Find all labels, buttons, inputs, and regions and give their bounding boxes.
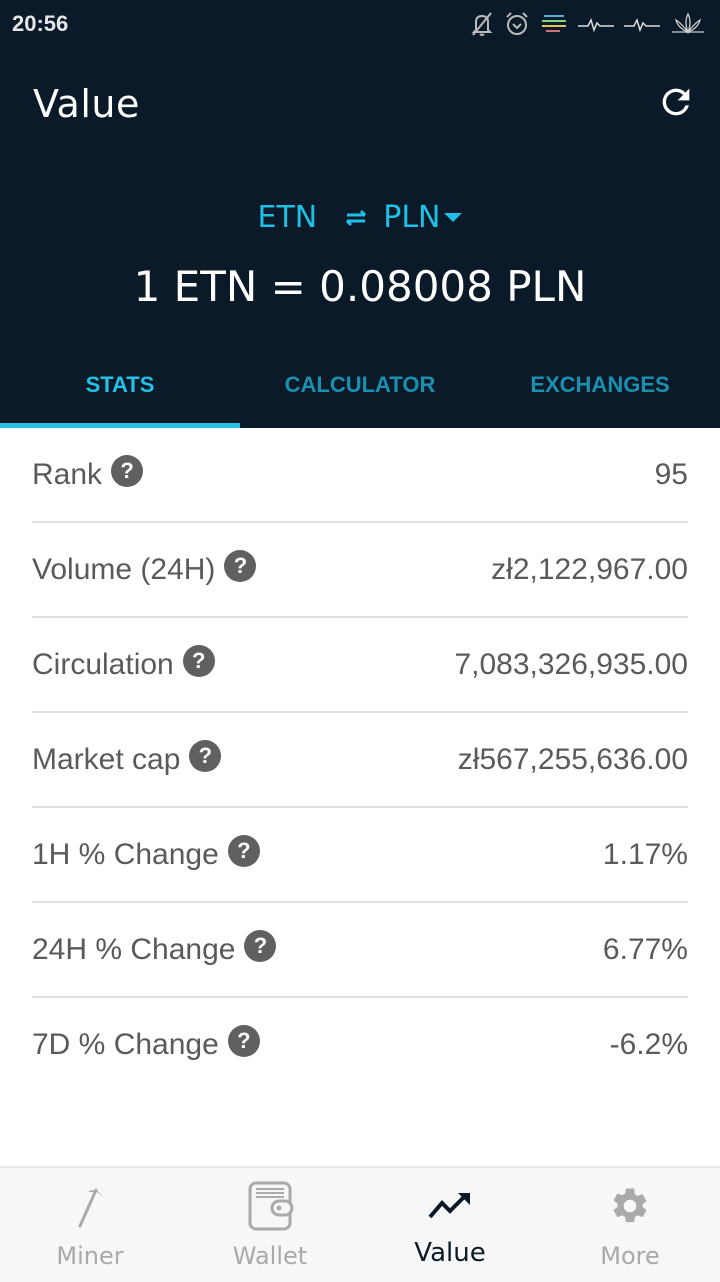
help-icon[interactable]: ?	[227, 834, 260, 867]
status-icons	[470, 10, 706, 38]
stat-value: 1.17%	[602, 837, 688, 871]
swap-arrows-icon[interactable]	[341, 206, 371, 230]
stat-value: -6.2%	[609, 1027, 688, 1061]
app-header: 20:56 Value ETN PLN 1 ETN = 0.08008 PLN …	[0, 0, 720, 428]
help-icon[interactable]: ?	[189, 739, 222, 772]
heartbeat-icon	[624, 14, 660, 34]
stat-value: 7,083,326,935.00	[454, 647, 688, 681]
stat-label: Volume (24H)	[32, 552, 216, 586]
stat-label: 1H % Change	[32, 837, 219, 871]
stat-row-1h-change: 1H % Change? 1.17%	[32, 808, 688, 903]
nav-label: More	[600, 1242, 660, 1270]
alarm-icon	[504, 11, 530, 37]
nav-miner[interactable]: Miner	[0, 1168, 180, 1282]
stat-row-7d-change: 7D % Change? -6.2%	[32, 998, 688, 1091]
currency-pair-selector: ETN PLN	[0, 200, 720, 235]
help-icon[interactable]: ?	[244, 929, 277, 962]
nav-wallet[interactable]: Wallet	[180, 1168, 360, 1282]
tab-stats[interactable]: STATS	[0, 350, 240, 428]
stat-label: Rank	[32, 457, 103, 491]
notification-lines-icon	[540, 12, 568, 36]
nav-more[interactable]: More	[540, 1168, 720, 1282]
refresh-button[interactable]	[654, 80, 698, 124]
help-icon[interactable]: ?	[111, 454, 144, 487]
gear-icon	[540, 1182, 720, 1230]
tab-calculator[interactable]: CALCULATOR	[240, 350, 480, 428]
stat-value: zł2,122,967.00	[491, 552, 688, 586]
stat-value: 6.77%	[602, 932, 688, 966]
heartbeat-icon	[578, 14, 614, 34]
status-time: 20:56	[12, 11, 69, 36]
stat-row-rank: Rank? 95	[32, 428, 688, 523]
pickaxe-icon	[0, 1182, 180, 1230]
help-icon[interactable]: ?	[224, 549, 257, 582]
quote-currency-dropdown[interactable]: PLN	[383, 200, 463, 235]
stat-row-circulation: Circulation? 7,083,326,935.00	[32, 618, 688, 713]
nav-label: Miner	[56, 1242, 124, 1270]
bell-off-icon	[470, 11, 494, 37]
stat-row-volume: Volume (24H)? zł2,122,967.00	[32, 523, 688, 618]
nav-label: Wallet	[232, 1242, 308, 1270]
stat-value: zł567,255,636.00	[457, 742, 688, 776]
tab-exchanges[interactable]: EXCHANGES	[480, 350, 720, 428]
nav-label: Value	[414, 1238, 486, 1268]
stat-label: 7D % Change	[32, 1027, 219, 1061]
trending-up-icon	[360, 1182, 540, 1230]
stat-label: Circulation	[32, 647, 174, 681]
stat-label: 24H % Change	[32, 932, 236, 966]
refresh-icon	[662, 88, 690, 116]
stat-label: Market cap	[32, 742, 181, 776]
base-currency[interactable]: ETN	[258, 200, 318, 235]
lotus-icon	[670, 12, 706, 36]
stat-row-market-cap: Market cap? zł567,255,636.00	[32, 713, 688, 808]
bottom-navigation: Miner Wallet Value More	[0, 1166, 720, 1282]
stat-row-24h-change: 24H % Change? 6.77%	[32, 903, 688, 998]
caret-down-icon	[444, 213, 463, 222]
help-icon[interactable]: ?	[182, 644, 215, 677]
quote-currency: PLN	[383, 200, 441, 235]
wallet-icon	[180, 1181, 360, 1231]
status-bar: 20:56	[0, 0, 720, 50]
help-icon[interactable]: ?	[227, 1024, 260, 1057]
page-title: Value	[33, 82, 140, 126]
tab-bar: STATS CALCULATOR EXCHANGES	[0, 350, 720, 428]
stat-value: 95	[654, 457, 688, 491]
stats-list: Rank? 95 Volume (24H)? zł2,122,967.00 Ci…	[32, 428, 688, 1091]
exchange-rate: 1 ETN = 0.08008 PLN	[133, 262, 587, 311]
nav-value[interactable]: Value	[360, 1168, 540, 1282]
